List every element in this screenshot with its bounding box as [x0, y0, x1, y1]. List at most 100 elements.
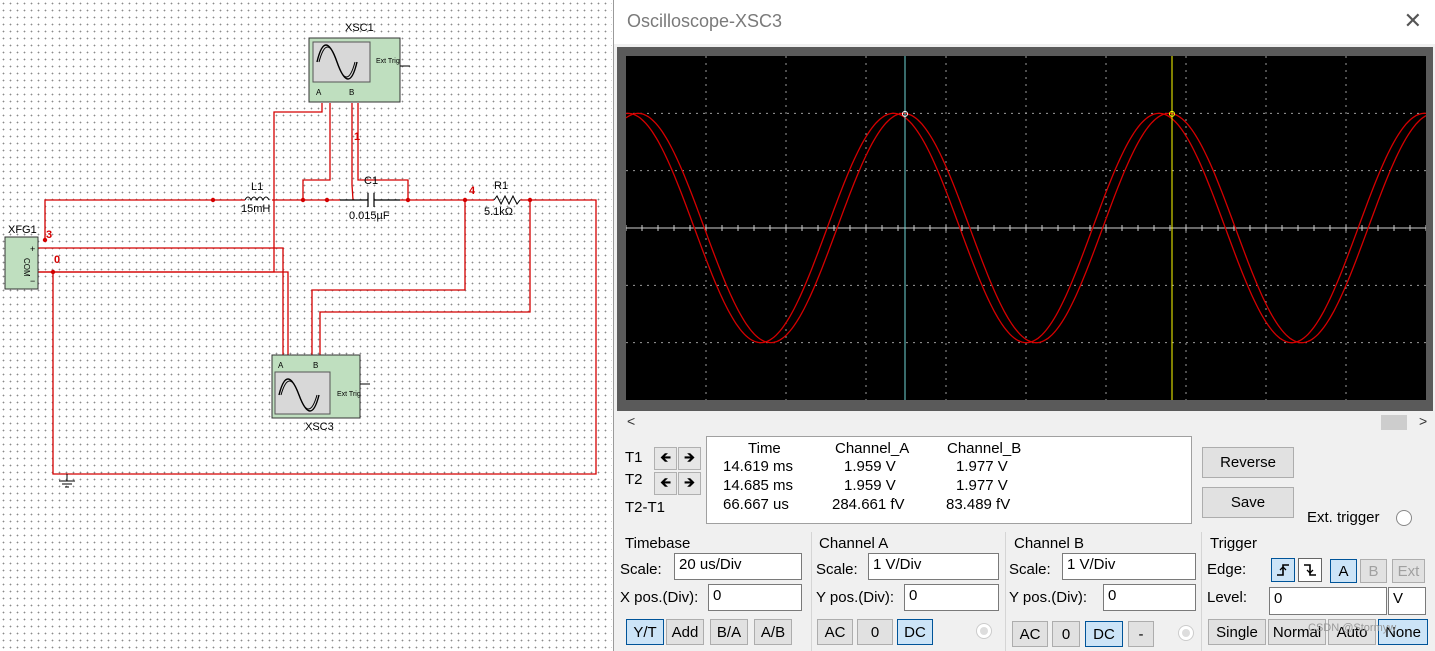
divider [811, 532, 812, 651]
window-title: Oscilloscope-XSC3 [627, 11, 783, 31]
trigger-single-button[interactable]: Single [1208, 619, 1266, 645]
delta-channel-a: 284.661 fV [832, 496, 905, 513]
node-4-label: 4 [469, 185, 476, 197]
trigger-level-field[interactable]: 0 [1269, 587, 1387, 615]
c1-value: 0.015µF [349, 210, 390, 222]
node-0-label: 0 [54, 254, 60, 266]
channel-b-radio [1178, 625, 1194, 641]
l1-name: L1 [251, 181, 263, 193]
xfg1-com: COM [22, 258, 31, 277]
trigger-title: Trigger [1210, 535, 1257, 552]
channel-b-ypos-field[interactable]: 0 [1103, 584, 1196, 611]
title-bar: Oscilloscope-XSC3 ✕ [614, 0, 1435, 44]
mode-add-button[interactable]: Add [666, 619, 704, 645]
channel-a-scale-field[interactable]: 1 V/Div [868, 553, 999, 580]
schematic-canvas[interactable]: L1 15mH C1 0.015µF R1 5.1kΩ 1 3 4 0 XSC1… [0, 0, 612, 651]
t2-channel-a: 1.959 V [844, 477, 896, 494]
xsc1-port-b: B [349, 88, 354, 97]
xfg1-plus: + [30, 244, 35, 254]
ground-icon [59, 474, 75, 488]
capacitor-c1 [340, 193, 400, 207]
t1-time: 14.619 ms [723, 458, 794, 475]
channel-b-scale-label: Scale: [1009, 561, 1051, 578]
trigger-level-unit[interactable]: V [1388, 587, 1426, 615]
header-channel-a: Channel_A [835, 440, 910, 457]
c1-name: C1 [364, 175, 378, 187]
channel-a-ac-button[interactable]: AC [817, 619, 853, 645]
trigger-source-ext-button: Ext [1392, 559, 1425, 583]
xfg1-minus: − [30, 276, 35, 286]
t1-label: T1 [625, 449, 643, 466]
scope-screen[interactable] [626, 56, 1426, 400]
t2-right-arrow-icon[interactable]: 🡺 [678, 472, 701, 495]
t2-channel-b: 1.977 V [956, 477, 1008, 494]
timebase-title: Timebase [625, 535, 691, 552]
xsc1-ext-trig: Ext Trig [376, 58, 400, 65]
r1-value: 5.1kΩ [484, 206, 513, 218]
circuit-diagram: L1 15mH C1 0.015µF R1 5.1kΩ 1 3 4 0 XSC1… [4, 22, 597, 488]
reverse-button[interactable]: Reverse [1202, 447, 1294, 478]
t1-channel-b: 1.977 V [956, 458, 1008, 475]
xpos-label: X pos.(Div): [620, 589, 699, 606]
mode-ab-button[interactable]: A/B [754, 619, 792, 645]
falling-edge-icon[interactable] [1298, 558, 1322, 582]
xsc3-port-b: B [313, 361, 318, 370]
header-channel-b: Channel_B [947, 440, 1022, 457]
ext-trigger-radio[interactable] [1396, 510, 1412, 526]
node-1-label: 1 [354, 131, 360, 143]
xsc1-port-a: A [316, 88, 322, 97]
divider [1201, 532, 1202, 651]
trigger-source-a-button[interactable]: A [1330, 559, 1357, 583]
xsc3-port-a: A [278, 361, 284, 370]
t2-label: T2 [625, 471, 643, 488]
t2-left-arrow-icon[interactable]: 🡸 [654, 472, 677, 495]
channel-a-title: Channel A [819, 535, 889, 552]
waveform-display [626, 56, 1426, 400]
oscilloscope-xsc1[interactable] [308, 37, 401, 103]
close-icon[interactable]: ✕ [1404, 8, 1422, 34]
trigger-source-b-button: B [1360, 559, 1387, 583]
l1-value: 15mH [241, 203, 270, 215]
mode-ba-button[interactable]: B/A [710, 619, 748, 645]
channel-b-invert-button[interactable]: - [1128, 621, 1154, 647]
r1-name: R1 [494, 180, 508, 192]
save-button[interactable]: Save [1202, 487, 1294, 518]
xsc3-label: XSC3 [305, 421, 334, 433]
inductor-l1 [244, 196, 270, 202]
xsc3-ext-trig: Ext Trig [337, 391, 361, 398]
ext-trigger-label: Ext. trigger [1307, 509, 1380, 526]
channel-a-dc-button[interactable]: DC [897, 619, 933, 645]
trigger-level-label: Level: [1207, 589, 1248, 606]
divider [1005, 532, 1006, 651]
channel-a-scale-label: Scale: [816, 561, 858, 578]
mode-yt-button[interactable]: Y/T [626, 619, 664, 645]
xsc1-label: XSC1 [345, 22, 374, 34]
horizontal-scrollbar[interactable]: < > [617, 413, 1433, 433]
timebase-scale-field[interactable]: 20 us/Div [674, 553, 802, 580]
resistor-r1 [493, 194, 521, 206]
scroll-left-icon[interactable]: < [627, 413, 635, 429]
scroll-thumb[interactable] [1381, 415, 1407, 430]
header-time: Time [748, 440, 781, 457]
xfg1-label: XFG1 [8, 224, 37, 236]
channel-a-ypos-field[interactable]: 0 [904, 584, 999, 611]
watermark: CSDN @Stormyw [1308, 622, 1397, 634]
t1-left-arrow-icon[interactable]: 🡸 [654, 447, 677, 470]
delta-time: 66.667 us [723, 496, 789, 513]
xpos-field[interactable]: 0 [708, 584, 802, 611]
node-3-label: 3 [46, 229, 52, 241]
channel-a-radio [976, 623, 992, 639]
rising-edge-icon[interactable] [1271, 558, 1295, 582]
channel-b-dc-button[interactable]: DC [1085, 621, 1123, 647]
scroll-right-icon[interactable]: > [1419, 413, 1427, 429]
t1-right-arrow-icon[interactable]: 🡺 [678, 447, 701, 470]
channel-a-zero-button[interactable]: 0 [857, 619, 893, 645]
t2-time: 14.685 ms [723, 477, 794, 494]
scope-screen-frame [617, 47, 1433, 411]
channel-b-scale-field[interactable]: 1 V/Div [1062, 553, 1196, 580]
cursor-readout-table: Time Channel_A Channel_B 14.619 ms 1.959… [706, 436, 1192, 524]
channel-b-zero-button[interactable]: 0 [1052, 621, 1080, 647]
timebase-scale-label: Scale: [620, 561, 662, 578]
channel-b-ac-button[interactable]: AC [1012, 621, 1048, 647]
oscilloscope-window: Oscilloscope-XSC3 ✕ < > T1 🡸 🡺 T2 🡸 🡺 T2… [613, 0, 1435, 651]
